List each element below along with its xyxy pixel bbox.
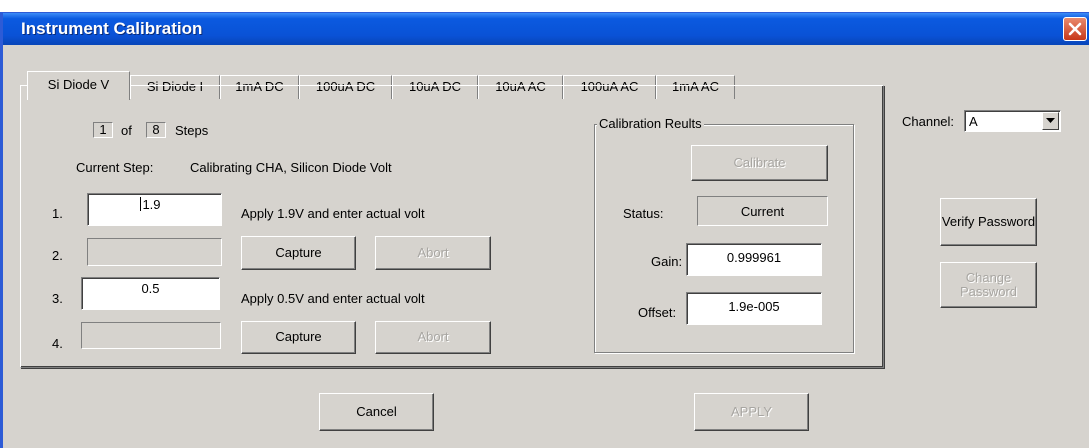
- offset-field[interactable]: 1.9e-005: [686, 292, 822, 325]
- apply-button[interactable]: APPLY: [694, 393, 809, 431]
- tab-si-diode-v[interactable]: Si Diode V: [27, 71, 130, 100]
- gain-value: 0.999961: [726, 250, 782, 265]
- row-3-input[interactable]: 0.5: [81, 277, 220, 310]
- current-step-value: Calibrating CHA, Silicon Diode Volt: [190, 160, 392, 175]
- change-password-button[interactable]: Change Password: [940, 262, 1037, 308]
- row-4-number: 4.: [52, 336, 63, 351]
- abort-button-2[interactable]: Abort: [375, 321, 491, 354]
- row-4-input: [81, 322, 221, 349]
- row-3-number: 3.: [52, 291, 63, 306]
- channel-select[interactable]: A: [964, 110, 1061, 132]
- window-title: Instrument Calibration: [21, 19, 203, 38]
- gain-label: Gain:: [651, 254, 683, 269]
- steps-label: Steps: [175, 123, 209, 138]
- capture-button-1[interactable]: Capture: [241, 236, 356, 270]
- dropdown-button[interactable]: [1042, 112, 1059, 130]
- capture-button-2[interactable]: Capture: [241, 321, 356, 354]
- status-label: Status:: [623, 206, 664, 221]
- row-2-number: 2.: [52, 248, 63, 263]
- step-of-label: of: [121, 123, 132, 138]
- offset-label: Offset:: [638, 305, 677, 320]
- row-3-instruction: Apply 0.5V and enter actual volt: [241, 291, 425, 306]
- abort-button-1[interactable]: Abort: [375, 236, 491, 270]
- calibration-results-title: Calibration Reults: [597, 116, 704, 131]
- channel-label: Channel:: [902, 114, 955, 129]
- step-current-box: 1: [93, 122, 113, 138]
- row-1-value: 1.9: [142, 197, 161, 212]
- close-icon: [1068, 22, 1082, 36]
- tab-panel: 1 of 8 Steps Current Step: Calibrating C…: [20, 85, 884, 368]
- step-total-box: 8: [146, 122, 166, 138]
- cancel-button[interactable]: Cancel: [319, 393, 434, 431]
- calibrate-button[interactable]: Calibrate: [691, 145, 828, 181]
- gain-field[interactable]: 0.999961: [686, 243, 822, 276]
- row-1-instruction: Apply 1.9V and enter actual volt: [241, 206, 425, 221]
- channel-value: A: [969, 114, 978, 129]
- status-value: Current: [697, 196, 828, 226]
- offset-value: 1.9e-005: [728, 299, 780, 314]
- chevron-down-icon: [1046, 118, 1055, 123]
- verify-password-button[interactable]: Verify Password: [940, 198, 1037, 246]
- close-button[interactable]: [1063, 17, 1087, 41]
- current-step-label: Current Step:: [76, 160, 154, 175]
- row-2-input: [87, 238, 222, 266]
- row-3-value: 0.5: [141, 281, 160, 296]
- row-1-input[interactable]: 1.9: [87, 193, 222, 226]
- row-1-number: 1.: [52, 206, 63, 221]
- title-bar[interactable]: Instrument Calibration: [3, 13, 1089, 45]
